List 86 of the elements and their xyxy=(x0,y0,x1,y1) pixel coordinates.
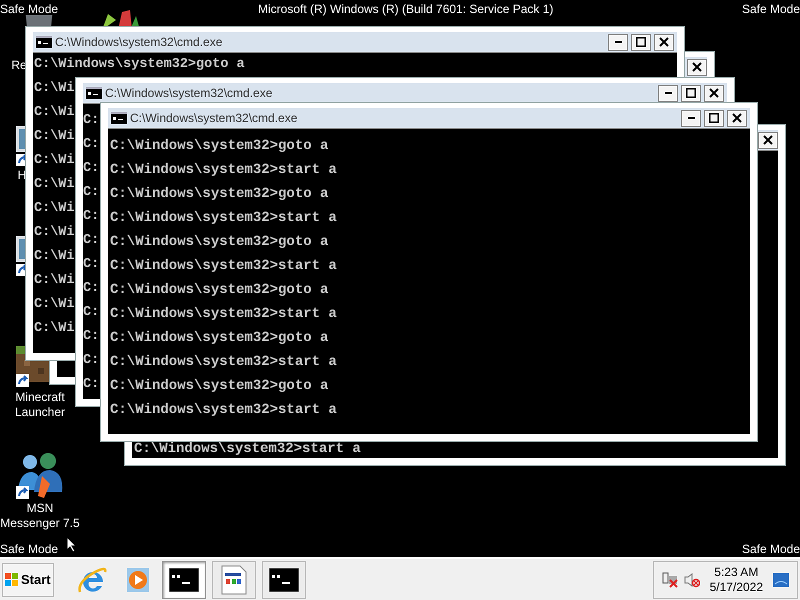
safe-mode-label: Safe Mode xyxy=(0,541,58,558)
console-line: C:\Windows\system32>start a xyxy=(133,442,361,456)
console-line: C: xyxy=(83,208,100,226)
console-line: C:\Windows\system32>goto a xyxy=(109,137,328,156)
close-button[interactable] xyxy=(654,34,674,50)
maximize-icon xyxy=(686,88,696,98)
console-line: C:\Wi xyxy=(33,224,75,242)
console-line: C:\Windows\system32>start a xyxy=(109,401,337,420)
console-line: C: xyxy=(83,184,100,202)
console-line: C: xyxy=(83,112,100,130)
start-button[interactable]: Start xyxy=(2,562,54,596)
console-line: C:\Wi xyxy=(33,272,75,290)
console-line: C:\Windows\system32>goto a xyxy=(109,329,328,348)
icon-label: MSN Messenger 7.5 xyxy=(0,501,80,531)
console-line: C:\Windows\system32>goto a xyxy=(109,281,328,300)
messenger-people-icon[interactable] xyxy=(16,452,64,500)
minimize-button[interactable] xyxy=(681,110,701,126)
taskbar-button[interactable] xyxy=(162,560,206,598)
console-line: C:\Wi xyxy=(33,152,75,170)
console-line: C:\Windows\system32>start a xyxy=(109,209,337,228)
console-line: C:\Windows\system32>start a xyxy=(109,257,337,276)
console-line: C:\Wi xyxy=(33,296,75,314)
close-button[interactable] xyxy=(727,110,747,126)
console-line: C: xyxy=(83,136,100,154)
close-icon xyxy=(692,62,702,72)
minimize-icon xyxy=(688,117,694,119)
console-icon xyxy=(269,568,299,592)
minimize-button[interactable] xyxy=(658,84,678,102)
console-line: C:\Wi xyxy=(33,248,75,266)
safe-mode-label: Safe Mode xyxy=(0,1,58,18)
console-line: C: xyxy=(83,160,100,178)
mouse-cursor-icon xyxy=(66,536,77,553)
minimize-icon xyxy=(614,41,622,43)
app-window-icon xyxy=(221,564,247,594)
windows-logo-icon xyxy=(5,572,19,586)
maximize-icon xyxy=(636,37,646,47)
console-icon xyxy=(169,568,199,592)
maximize-button[interactable] xyxy=(704,110,724,126)
speaker-muted-icon[interactable] xyxy=(684,572,700,588)
console-line: C: xyxy=(83,280,100,298)
console-icon xyxy=(111,112,127,124)
console-line: C: xyxy=(83,328,100,346)
window-title: C:\Windows\system32\cmd.exe xyxy=(130,110,298,127)
console-line: C:\Windows\system32>goto a xyxy=(109,233,328,252)
minimize-button[interactable] xyxy=(608,34,628,50)
network-error-icon[interactable] xyxy=(662,572,678,588)
console-line: C:\Windows\system32>start a xyxy=(109,161,337,180)
minimize-icon xyxy=(664,92,672,94)
close-button[interactable] xyxy=(758,132,778,148)
build-label: Microsoft (R) Windows (R) (Build 7601: Service Pack 1) xyxy=(258,1,554,18)
console-line: C: xyxy=(83,232,100,250)
console-line: C:\Wi xyxy=(33,80,75,98)
console-line: C:\Windows\system32>goto a xyxy=(109,377,328,396)
console-line: C: xyxy=(83,376,100,394)
show-desktop-icon[interactable] xyxy=(773,572,789,586)
window-title: C:\Windows\system32\cmd.exe xyxy=(105,85,272,102)
console-line: C: xyxy=(83,304,100,322)
console-line: C:\Wi xyxy=(33,200,75,218)
console-line: C:\Wi xyxy=(33,104,75,122)
console-line: C:\Windows\system32>goto a xyxy=(33,56,245,74)
maximize-button[interactable] xyxy=(681,84,701,102)
close-button[interactable] xyxy=(687,58,707,76)
maximize-button[interactable] xyxy=(631,34,651,50)
console-line: C:\Windows\system32>goto a xyxy=(109,185,328,204)
taskbar-button[interactable] xyxy=(262,560,306,598)
safe-mode-label: Safe Mode xyxy=(742,541,800,558)
window-title: C:\Windows\system32\cmd.exe xyxy=(55,34,222,51)
close-icon xyxy=(763,135,773,145)
console-line: C:\Windows\system32>start a xyxy=(109,305,337,324)
safe-mode-label: Safe Mode xyxy=(742,1,800,18)
clock[interactable]: 5:23 AM 5/17/2022 xyxy=(706,564,767,594)
console-line: C:\Wi xyxy=(33,320,75,338)
console-icon xyxy=(86,87,102,99)
close-icon xyxy=(732,113,742,123)
maximize-icon xyxy=(709,113,719,123)
console-line: C:\Wi xyxy=(33,176,75,194)
icon-label: Minecraft Launcher xyxy=(14,390,66,420)
console-line: C:\Wi xyxy=(33,128,75,146)
console-line: C:\Windows\system32>start a xyxy=(109,353,337,372)
console-icon xyxy=(36,36,52,48)
close-button[interactable] xyxy=(704,84,724,102)
close-icon xyxy=(659,37,669,47)
taskbar-button[interactable] xyxy=(212,560,256,598)
console-line: C: xyxy=(83,256,100,274)
close-icon xyxy=(709,88,719,98)
console-line: C: xyxy=(83,352,100,370)
